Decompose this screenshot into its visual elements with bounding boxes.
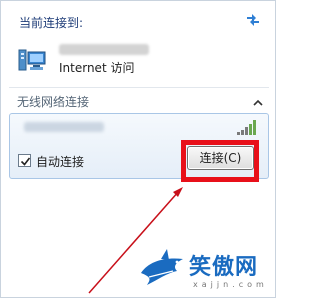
- network-popup: 当前连接到: Internet 访问 无线网络连接 自动连接 连接(C) 笑傲网…: [0, 0, 276, 298]
- shark-logo-icon: [139, 249, 187, 289]
- watermark-brand: 笑傲网: [189, 254, 259, 280]
- watermark-url: xajjn.com: [193, 280, 268, 289]
- watermark-logo: 笑傲网 xajjn.com: [139, 247, 275, 297]
